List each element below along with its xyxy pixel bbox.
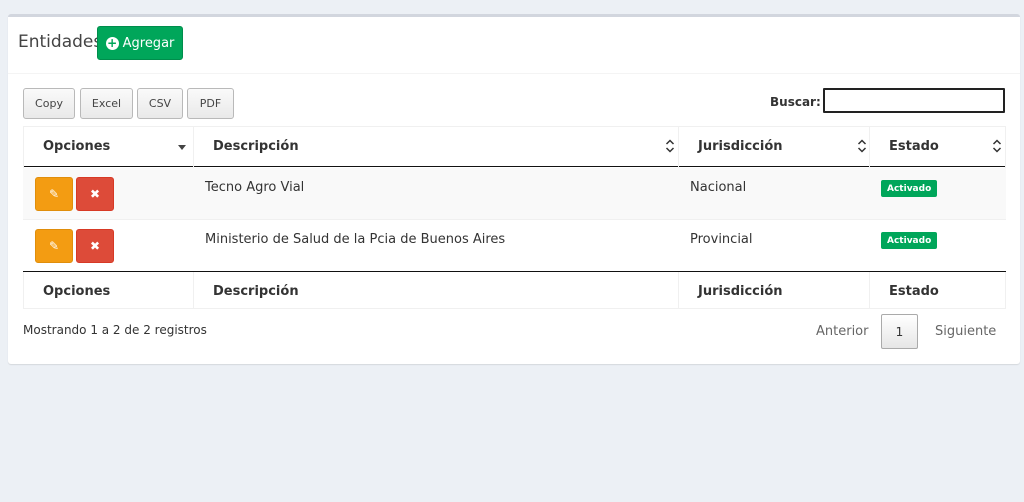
pdf-button[interactable]: PDF [187,88,234,119]
table-row [23,168,1006,220]
csv-button[interactable]: CSV [137,88,183,119]
table-info: Mostrando 1 a 2 de 2 registros [23,323,207,337]
plus-circle-icon: + [105,36,119,50]
close-icon: ✖ [89,239,101,253]
cell-descripcion: Ministerio de Salud de la Pcia de Buenos… [205,232,506,247]
cell-descripcion: Tecno Agro Vial [205,180,305,195]
page-title: Entidades [18,32,103,52]
table-row [23,220,1006,272]
delete-button[interactable]: ✖ [76,177,114,211]
page-button[interactable]: 1 [881,314,918,349]
next-page-link[interactable]: Siguiente [935,324,996,339]
sort-both-icon[interactable] [857,138,867,154]
column-header-jurisdiccion[interactable]: Jurisdicción [698,139,783,154]
copy-button[interactable]: Copy [23,88,75,119]
edit-button[interactable]: ✎ [35,229,73,263]
cell-jurisdiccion: Nacional [690,180,747,195]
panel-header: Entidades + Agregar [8,17,1020,74]
cell-jurisdiccion: Provincial [690,232,753,247]
footer-header-opciones: Opciones [43,284,111,299]
edit-button[interactable]: ✎ [35,177,73,211]
sort-both-icon[interactable] [665,138,675,154]
column-header-opciones[interactable]: Opciones [43,139,110,154]
excel-button[interactable]: Excel [80,88,133,119]
pencil-icon: ✎ [48,187,60,201]
add-button[interactable]: + Agregar [97,26,183,60]
search-input[interactable] [823,88,1005,113]
prev-page-link[interactable]: Anterior [816,324,868,339]
footer-header-jurisdiccion: Jurisdicción [698,284,783,299]
add-button-label: Agregar [122,35,175,51]
sort-desc-icon[interactable] [177,139,187,155]
footer-header-descripcion: Descripción [213,284,299,299]
delete-button[interactable]: ✖ [76,229,114,263]
column-header-descripcion[interactable]: Descripción [213,139,299,154]
column-header-estado[interactable]: Estado [889,139,939,154]
search-label: Buscar: [770,95,821,109]
sort-both-icon[interactable] [992,138,1002,154]
status-badge: Activado [881,180,938,197]
table-footer-row [23,273,1006,309]
close-icon: ✖ [89,187,101,201]
status-badge: Activado [881,232,938,249]
entities-panel: Entidades + Agregar Copy Excel CSV PDF B… [8,14,1020,364]
footer-header-estado: Estado [889,284,939,299]
pencil-icon: ✎ [48,239,60,253]
